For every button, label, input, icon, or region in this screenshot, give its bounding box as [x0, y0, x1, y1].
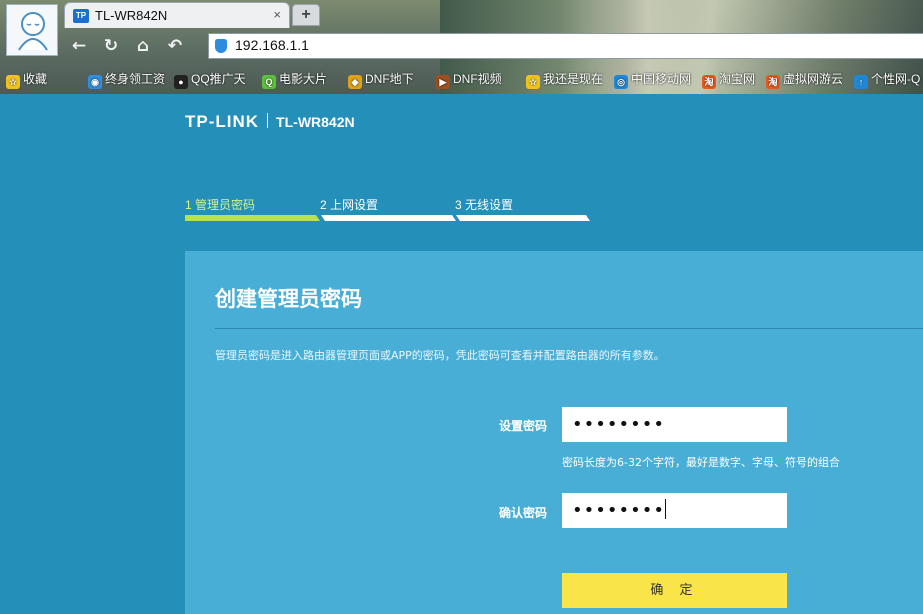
bookmark-item[interactable]: ● QQ推广天: [174, 70, 246, 89]
bookmark-item[interactable]: ☆ 收藏: [6, 70, 47, 89]
panel-title: 创建管理员密码: [215, 287, 362, 311]
step-2-progress: [321, 215, 456, 221]
tp-link-favicon-icon: TP: [73, 9, 89, 23]
bookmark-label: 收藏: [23, 72, 48, 86]
video-badge-icon: ▶: [436, 75, 450, 89]
user-avatar[interactable]: [6, 4, 58, 56]
title-divider: [215, 328, 923, 329]
tab-close-icon[interactable]: ×: [273, 7, 281, 22]
step-1-progress: [185, 215, 320, 221]
navigation-bar: ← ↻ ⌂ ↶ 192.168.1.1 e: [60, 30, 923, 62]
brand-header: TP-LINK TL-WR842N: [185, 112, 355, 132]
confirm-password-label: 确认密码: [498, 506, 547, 520]
avatar-icon: [18, 12, 48, 51]
step-3-label: 3 无线设置: [455, 198, 514, 212]
home-icon[interactable]: ⌂: [132, 35, 154, 57]
game-mask-icon: ◆: [348, 75, 362, 89]
globe-icon: ◉: [88, 75, 102, 89]
bookmark-label: 我还是现在: [543, 72, 604, 86]
logo-divider: [267, 113, 269, 128]
browser-chrome: TP TL-WR842N × + ← ↻ ⌂ ↶ 192.168.1.1 e ☆…: [0, 0, 923, 94]
step-1-label: 1 管理员密码: [185, 198, 256, 212]
taobao-icon: 淘: [702, 75, 716, 89]
star-icon: ☆: [526, 75, 540, 89]
bookmark-label: 淘宝网: [719, 72, 756, 86]
step-3-progress: [456, 215, 590, 221]
confirm-password-value: ••••••••: [572, 500, 665, 521]
password-field[interactable]: ••••••••: [562, 407, 787, 442]
tp-link-logo: TP-LINK: [185, 112, 260, 131]
confirm-button[interactable]: 确 定: [562, 573, 787, 608]
qq-penguin-icon: ●: [174, 75, 188, 89]
bookmark-item[interactable]: ▶ DNF视频: [436, 70, 502, 89]
address-bar[interactable]: 192.168.1.1 e: [208, 33, 923, 59]
password-label: 设置密码: [498, 419, 547, 433]
password-panel: 创建管理员密码 管理员密码是进入路由器管理页面或APP的密码，凭此密码可查看并配…: [185, 251, 923, 614]
panel-description: 管理员密码是进入路由器管理页面或APP的密码，凭此密码可查看并配置路由器的所有参…: [215, 349, 665, 362]
setup-steps: 1 管理员密码 2 上网设置 3 无线设置: [185, 194, 595, 224]
q-video-icon: Q: [262, 75, 276, 89]
bookmark-item[interactable]: ◉ 终身领工资: [88, 70, 165, 89]
reload-icon[interactable]: ↻: [100, 35, 122, 57]
bookmark-item[interactable]: ☆ 我还是现在: [526, 70, 603, 89]
bookmark-item[interactable]: ↑ 个性网-Q: [854, 70, 920, 89]
bookmark-item[interactable]: ◆ DNF地下: [348, 70, 414, 89]
bookmark-label: 中国移动网: [631, 72, 692, 86]
step-2-label: 2 上网设置: [320, 198, 379, 212]
bookmark-item[interactable]: 淘虚拟网游云: [766, 70, 843, 89]
security-shield-icon: [215, 39, 227, 53]
bookmark-item[interactable]: Q 电影大片: [262, 70, 327, 89]
bookmark-label: DNF视频: [453, 72, 502, 86]
browser-tab-active[interactable]: TP TL-WR842N ×: [64, 2, 290, 28]
taobao-icon: 淘: [766, 75, 780, 89]
address-url[interactable]: 192.168.1.1: [235, 37, 309, 53]
bookmark-label: 虚拟网游云: [783, 72, 844, 86]
undo-icon[interactable]: ↶: [164, 35, 186, 57]
star-icon: ☆: [6, 75, 20, 89]
password-hint: 密码长度为6-32个字符，最好是数字、字母、符号的组合: [562, 456, 840, 469]
bookmark-label: QQ推广天: [191, 72, 246, 86]
bookmark-label: DNF地下: [365, 72, 414, 86]
bookmark-item[interactable]: ◎ 中国移动网: [614, 70, 691, 89]
tab-title: TL-WR842N: [95, 8, 168, 23]
text-cursor: [664, 499, 666, 519]
bookmark-label: 终身领工资: [105, 72, 166, 86]
mobile-icon: ◎: [614, 75, 628, 89]
router-setup-page: TP-LINK TL-WR842N 1 管理员密码 2 上网设置 3 无线设置 创…: [0, 94, 923, 614]
router-model: TL-WR842N: [276, 114, 355, 130]
arrow-up-icon: ↑: [854, 75, 868, 89]
bookmark-label: 电影大片: [279, 72, 328, 86]
bookmark-label: 个性网-Q: [871, 72, 921, 86]
bookmark-item[interactable]: 淘淘宝网: [702, 70, 755, 89]
back-arrow-icon[interactable]: ←: [68, 35, 90, 57]
new-tab-button[interactable]: +: [292, 4, 320, 26]
bookmarks-bar: ☆ 收藏 ◉ 终身领工资 ● QQ推广天 Q 电影大片 ◆ DNF地下 ▶ DNF视频 ☆ 我还是现在 ◎ 中…: [0, 66, 923, 92]
confirm-password-field[interactable]: ••••••••: [562, 493, 787, 528]
password-value: ••••••••: [572, 414, 665, 435]
